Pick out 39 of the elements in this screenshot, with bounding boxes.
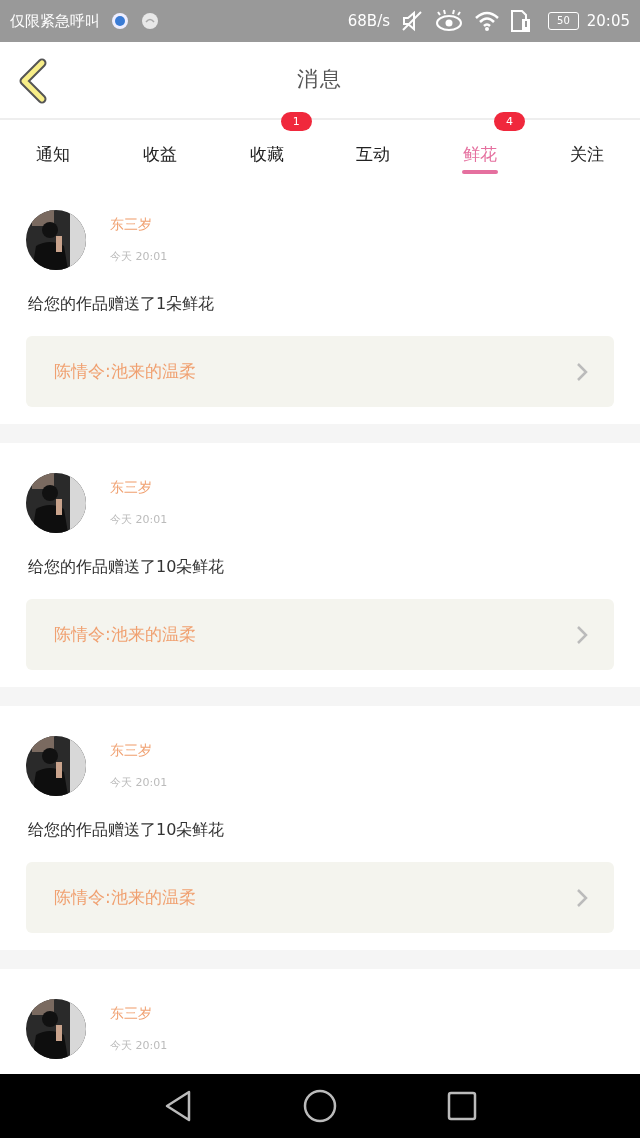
home-nav-icon[interactable] (303, 1089, 337, 1123)
back-nav-icon[interactable] (163, 1089, 193, 1123)
count-badge: 4 (494, 112, 525, 132)
chevron-right-icon (576, 361, 588, 382)
message-time: 今天 20:01 (110, 775, 168, 791)
mute-icon (400, 9, 425, 33)
work-link[interactable]: 陈情令:池来的温柔 (26, 862, 614, 933)
user-name[interactable]: 东三岁 (110, 740, 168, 761)
work-link[interactable]: 陈情令:池来的温柔 (26, 599, 614, 670)
message-time: 今天 20:01 (110, 512, 168, 528)
wifi-icon (474, 10, 501, 32)
eye-icon (434, 9, 465, 33)
chevron-right-icon (576, 624, 588, 645)
chevron-right-icon (576, 887, 588, 908)
recent-apps-icon[interactable] (447, 1091, 477, 1121)
page-title: 消息 (297, 66, 343, 94)
message-time: 今天 20:01 (110, 249, 168, 265)
message-text: 给您的作品赠送了10朵鲜花 (28, 556, 226, 578)
app-icon (142, 13, 158, 29)
count-badge: 1 (280, 112, 312, 132)
tab[interactable]: 关注 (565, 132, 608, 178)
tab[interactable]: 鲜花 (459, 132, 501, 178)
battery-level-text: 50 (548, 12, 579, 30)
tab[interactable]: 互动 (352, 132, 395, 178)
message-time: 今天 20:01 (110, 1038, 168, 1054)
network-speed-text: 68B/s (347, 10, 391, 32)
tab[interactable]: 通知 (32, 132, 75, 178)
user-name[interactable]: 东三岁 (110, 214, 168, 235)
message-text: 给您的作品赠送了10朵鲜花 (28, 819, 226, 841)
tab[interactable]: 收藏 (245, 132, 288, 178)
user-name[interactable]: 东三岁 (110, 477, 168, 498)
user-name[interactable]: 东三岁 (110, 1003, 168, 1024)
sim-card-icon (510, 9, 533, 33)
app-icon (112, 13, 128, 29)
clock-text: 20:05 (586, 10, 630, 32)
work-link[interactable]: 陈情令:池来的温柔 (26, 336, 614, 407)
message-text: 给您的作品赠送了1朵鲜花 (28, 293, 216, 315)
carrier-text: 仅限紧急呼叫 (10, 10, 100, 32)
tab[interactable]: 收益 (139, 132, 181, 178)
